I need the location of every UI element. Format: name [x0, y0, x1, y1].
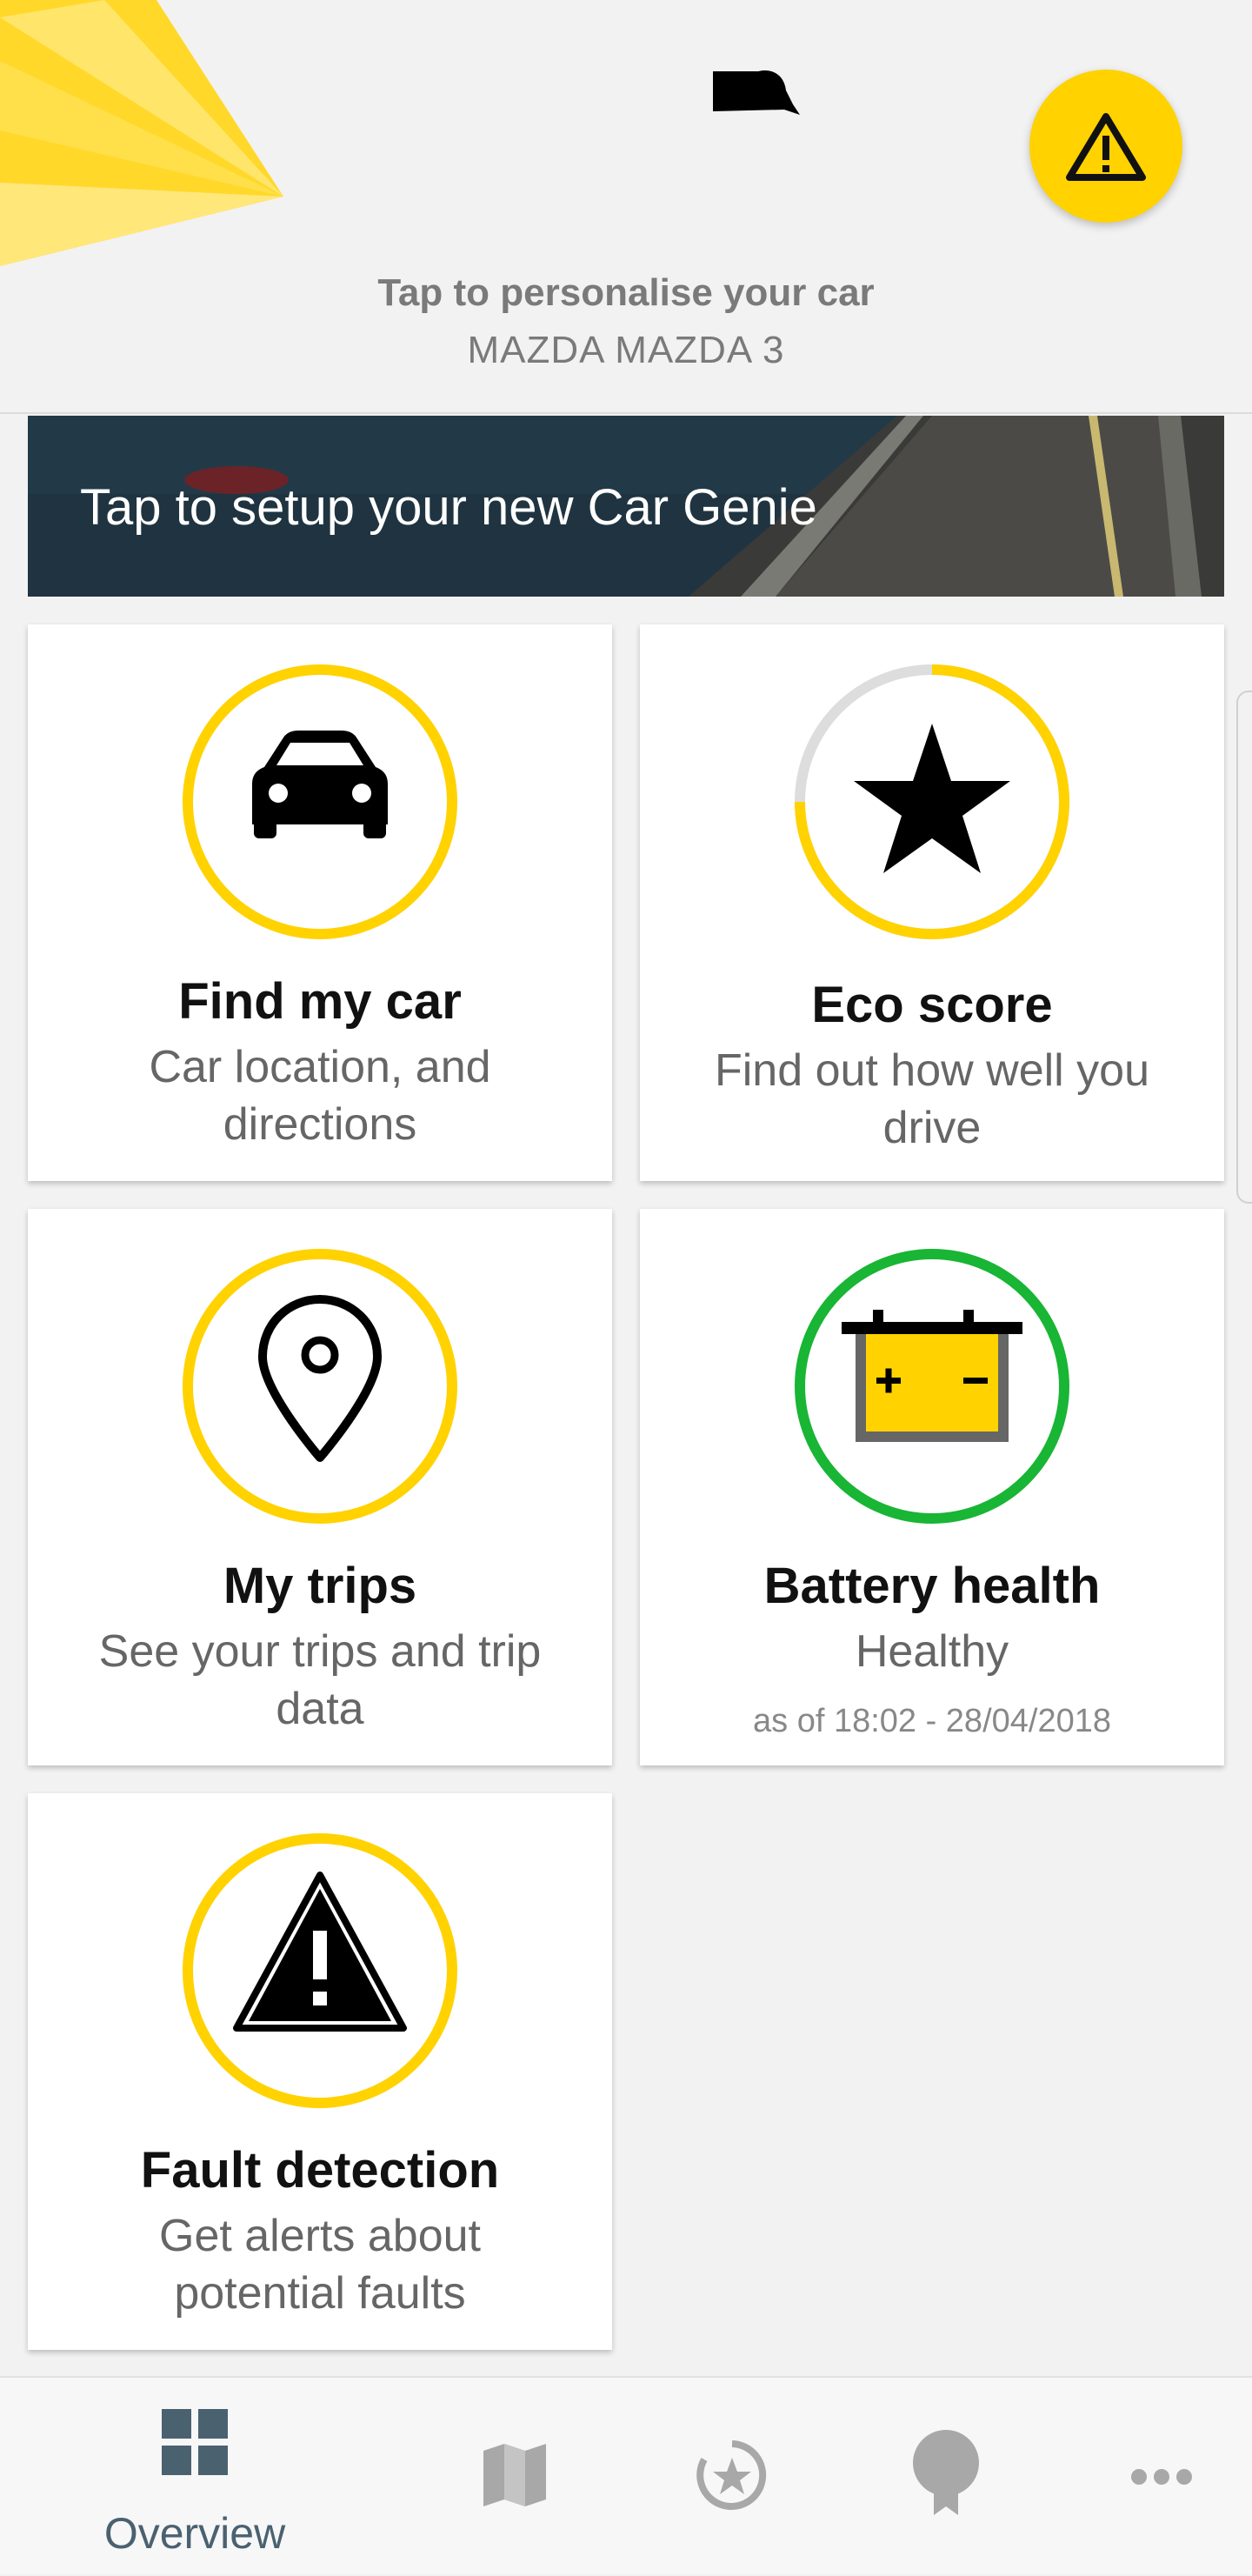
warning-triangle-icon	[1066, 113, 1146, 181]
bottom-navigation: Overview	[0, 2376, 1252, 2574]
setup-banner[interactable]: Tap to setup your new Car Genie	[28, 416, 1224, 597]
nav-awards[interactable]	[842, 2378, 1050, 2576]
battery-icon	[795, 1249, 1069, 1524]
sun-rays-decoration	[0, 0, 283, 266]
card-description: Find out how well you drive	[714, 1045, 1150, 1153]
battery-timestamp: as of 18:02 - 28/04/2018	[753, 1703, 1111, 1739]
award-icon	[913, 2430, 979, 2515]
nav-more[interactable]	[1057, 2378, 1252, 2576]
find-my-car-card[interactable]: Find my car Car location, and directions	[28, 624, 612, 1181]
battery-health-card[interactable]: Battery health Healthy as of 18:02 - 28/…	[640, 1209, 1224, 1765]
star-icon	[795, 664, 1069, 939]
nav-map[interactable]	[410, 2378, 619, 2576]
car-icon	[183, 664, 457, 939]
card-title: Battery health	[763, 1558, 1101, 1614]
car-model-label: MAZDA MAZDA 3	[467, 329, 785, 371]
eco-score-card[interactable]: Eco score Find out how well you drive	[640, 624, 1224, 1181]
card-description: Car location, and directions	[149, 1042, 491, 1150]
card-title: Fault detection	[140, 2142, 500, 2199]
card-title: Find my car	[178, 973, 462, 1030]
card-title: Eco score	[811, 977, 1053, 1033]
car-silhouette-image[interactable]	[709, 66, 800, 118]
fault-detection-card[interactable]: Fault detection Get alerts about potenti…	[28, 1793, 612, 2350]
card-title: My trips	[223, 1558, 417, 1614]
nav-overview[interactable]: Overview	[90, 2378, 299, 2576]
setup-banner-text: Tap to setup your new Car Genie	[80, 479, 817, 536]
my-trips-card[interactable]: My trips See your trips and trip data	[28, 1209, 612, 1765]
nav-eco-score[interactable]	[626, 2378, 835, 2576]
header: Tap to personalise your car MAZDA MAZDA …	[0, 0, 1252, 414]
eco-score-icon	[696, 2440, 767, 2510]
map-icon	[483, 2444, 546, 2506]
nav-overview-label: Overview	[103, 2509, 286, 2558]
card-description: Get alerts about potential faults	[159, 2211, 481, 2319]
grid-icon	[162, 2409, 228, 2475]
warning-icon	[183, 1833, 457, 2108]
alert-button[interactable]	[1029, 70, 1182, 223]
card-description: Healthy	[855, 1626, 1009, 1677]
personalise-car-link[interactable]: Tap to personalise your car	[0, 271, 1252, 315]
more-icon	[1131, 2469, 1192, 2485]
side-panel-handle[interactable]	[1236, 691, 1252, 1204]
card-description: See your trips and trip data	[98, 1626, 542, 1734]
location-pin-icon	[183, 1249, 457, 1524]
